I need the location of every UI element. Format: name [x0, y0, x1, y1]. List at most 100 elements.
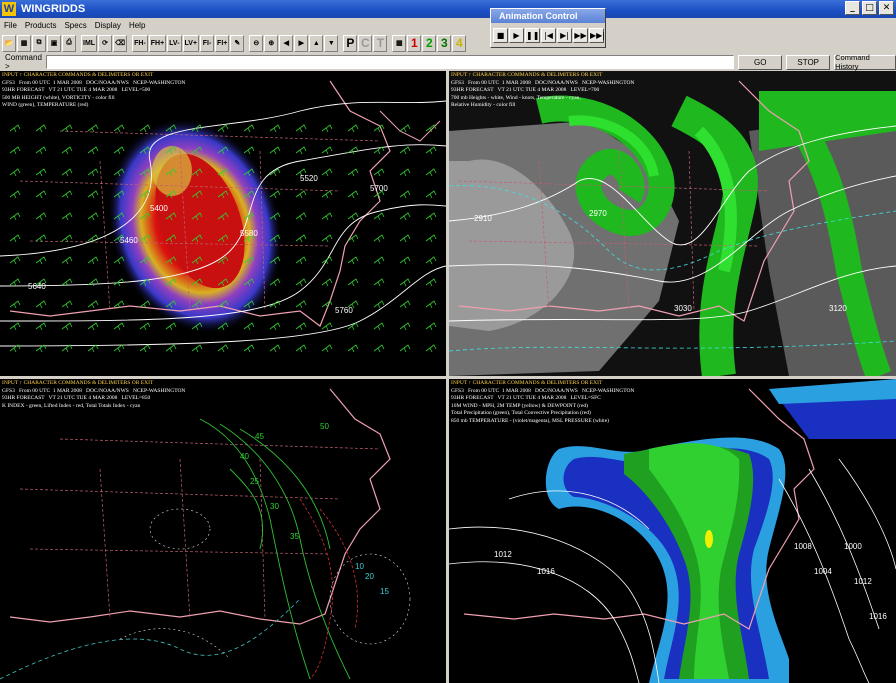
zoom-out-icon[interactable]: ⊖ [249, 34, 264, 52]
wind-barb [321, 234, 333, 243]
open-folder-icon[interactable]: 📂 [2, 34, 16, 52]
wind-barb [9, 168, 21, 177]
panel-1-button[interactable]: 1 [407, 34, 422, 52]
contour-label: 50 [320, 422, 329, 431]
wind-barb [295, 212, 307, 221]
menu-help[interactable]: Help [125, 21, 149, 30]
panel-command: INPUT ↑ CHARACTER COMMANDS & DELIMITERS … [451, 380, 603, 386]
wind-barb [269, 322, 281, 331]
wind-barb [399, 168, 411, 177]
command-input[interactable] [45, 55, 735, 69]
minimize-button[interactable]: _ [845, 1, 860, 15]
menu-file[interactable]: File [0, 21, 21, 30]
animation-control-panel: Animation Control ■ ▶ ❚❚ |◀ ▶| ▶▶ ▶▶| [490, 8, 606, 48]
wind-barb [61, 168, 73, 177]
lv-plus-button[interactable]: LV+ [182, 34, 200, 52]
arrow-right-icon[interactable]: ▶ [294, 34, 309, 52]
contour-label: 30 [270, 502, 279, 511]
t-button[interactable]: T [373, 34, 388, 52]
fi-minus-button[interactable]: FI- [200, 34, 215, 52]
wind-barb [399, 212, 411, 221]
wind-barb [35, 212, 47, 221]
wind-barb [87, 300, 99, 309]
wind-barb [399, 234, 411, 243]
contour-label: 5460 [120, 236, 138, 245]
fast-forward-icon[interactable]: ▶▶ [573, 28, 588, 43]
wind-barb [399, 256, 411, 265]
lv-minus-button[interactable]: LV- [167, 34, 182, 52]
arrow-up-icon[interactable]: ▲ [309, 34, 324, 52]
contour-label: 1000 [844, 542, 862, 551]
wind-barb [9, 146, 21, 155]
map-panel-surface[interactable]: 1012 1016 1008 1004 1000 1012 1016 INPUT… [449, 379, 896, 683]
pencil-icon[interactable]: ✎ [230, 34, 245, 52]
wind-barb [35, 322, 47, 331]
map-panel-500mb[interactable]: 5640 5460 5400 5520 5700 5760 5580 INPUT… [0, 71, 446, 376]
stop-icon[interactable]: ■ [493, 28, 508, 43]
arrow-left-icon[interactable]: ◀ [279, 34, 294, 52]
image-icon[interactable]: ▣ [47, 34, 61, 52]
contour-label: 3030 [674, 304, 692, 313]
fh-plus-button[interactable]: FH+ [148, 34, 167, 52]
wind-barb [399, 124, 411, 133]
go-button[interactable]: GO [738, 54, 783, 70]
animation-control-title[interactable]: Animation Control [491, 9, 605, 23]
wind-barb [9, 234, 21, 243]
grid-icon[interactable]: ▦ [392, 34, 407, 52]
pause-icon[interactable]: ❚❚ [525, 28, 540, 43]
wind-barb [321, 168, 333, 177]
panel-2-button[interactable]: 2 [422, 34, 437, 52]
close-button[interactable]: ✕ [879, 1, 894, 15]
panel-line: K INDEX - green, Lifted Index - red, Tot… [2, 402, 141, 409]
zoom-in-icon[interactable]: ⊕ [264, 34, 279, 52]
iml-button[interactable]: IML [81, 34, 98, 52]
panel-4-button[interactable]: 4 [452, 34, 467, 52]
title-bar: W WINGRIDDS _ □ ✕ [0, 0, 896, 18]
save-icon[interactable]: ▦ [17, 34, 31, 52]
wind-barb [9, 190, 21, 199]
menu-specs[interactable]: Specs [60, 21, 90, 30]
stop-button[interactable]: STOP [786, 54, 831, 70]
p-button[interactable]: P [343, 34, 358, 52]
wind-barb [61, 322, 73, 331]
contour-label: 5760 [335, 306, 353, 315]
contour-label: 1016 [869, 612, 887, 621]
fh-minus-button[interactable]: FH- [132, 34, 148, 52]
skip-end-icon[interactable]: ▶▶| [589, 28, 605, 43]
command-history-button[interactable]: Command History [834, 53, 896, 71]
map-panel-850mb[interactable]: 25 30 35 40 45 50 20 15 10 INPUT ↑ CHARA… [0, 379, 446, 683]
wind-barb [87, 124, 99, 133]
wind-barb [347, 212, 359, 221]
play-icon[interactable]: ▶ [509, 28, 524, 43]
copy-icon[interactable]: ⧉ [32, 34, 46, 52]
eraser-icon[interactable]: ⌫ [113, 34, 128, 52]
first-frame-icon[interactable]: |◀ [541, 28, 556, 43]
wind-barb [347, 124, 359, 133]
wind-barb [399, 300, 411, 309]
contour-label: 5700 [370, 184, 388, 193]
menu-display[interactable]: Display [91, 21, 125, 30]
last-frame-icon[interactable]: ▶| [557, 28, 572, 43]
contour-label: 5580 [240, 229, 258, 238]
map-panel-700mb[interactable]: 2910 2970 3030 3120 INPUT ↑ CHARACTER CO… [449, 71, 896, 376]
contour-label: 5520 [300, 174, 318, 183]
wind-barb [295, 300, 307, 309]
panel-3-button[interactable]: 3 [437, 34, 452, 52]
panel-header: INPUT ↑ CHARACTER COMMANDS & DELIMITERS … [451, 380, 634, 426]
maximize-button[interactable]: □ [862, 1, 877, 15]
wind-barb [321, 212, 333, 221]
fi-plus-button[interactable]: FI+ [215, 34, 230, 52]
print-icon[interactable]: ⎙ [62, 34, 76, 52]
wind-barb [35, 300, 47, 309]
arrow-down-icon[interactable]: ▼ [324, 34, 339, 52]
contour-label: 25 [250, 477, 259, 486]
refresh-icon[interactable]: ⟳ [98, 34, 113, 52]
c-button[interactable]: C [358, 34, 373, 52]
wind-barb [9, 278, 21, 287]
wind-barb [425, 234, 437, 243]
menu-products[interactable]: Products [21, 21, 61, 30]
panel-header: INPUT ↑ CHARACTER COMMANDS & DELIMITERS … [451, 72, 634, 110]
wind-barb [269, 344, 281, 353]
wind-barb [9, 256, 21, 265]
panel-divider[interactable] [0, 376, 896, 379]
